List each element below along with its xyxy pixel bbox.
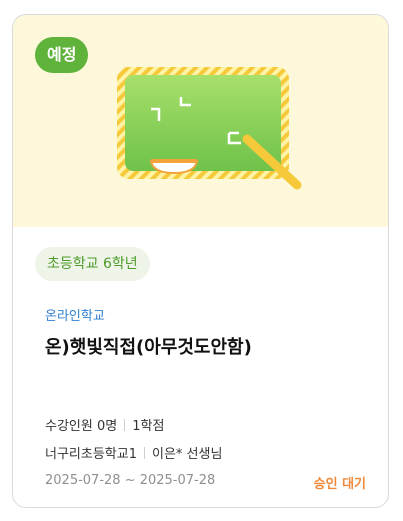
approval-status: 승인 대기: [313, 477, 366, 492]
enrollment-row: 수강인원 0명 1학점: [45, 415, 164, 434]
class-title[interactable]: 온)햇빛직접(아무것도안함): [45, 333, 252, 359]
divider: [144, 447, 145, 459]
date-range: 2025-07-28 ~ 2025-07-28: [45, 473, 216, 488]
category-label: 온라인학교: [45, 309, 105, 324]
credit-count: 1학점: [132, 419, 165, 434]
grade-chip: 초등학교 6학년: [35, 247, 150, 281]
chalkboard-illustration-icon: [117, 67, 302, 190]
class-card[interactable]: 예정 초등학교 6학년 온라인학교 온)햇빛직접(아무것도안함) 수강인원 0명…: [12, 14, 389, 508]
school-name: 너구리초등학교1: [45, 447, 137, 462]
enrollment-count: 수강인원 0명: [45, 419, 118, 434]
school-row: 너구리초등학교1 이은* 선생님: [45, 443, 222, 462]
divider: [124, 419, 126, 431]
teacher-name: 이은* 선생님: [152, 447, 223, 462]
status-badge: 예정: [35, 37, 89, 73]
class-hero-banner: 예정: [13, 15, 388, 227]
